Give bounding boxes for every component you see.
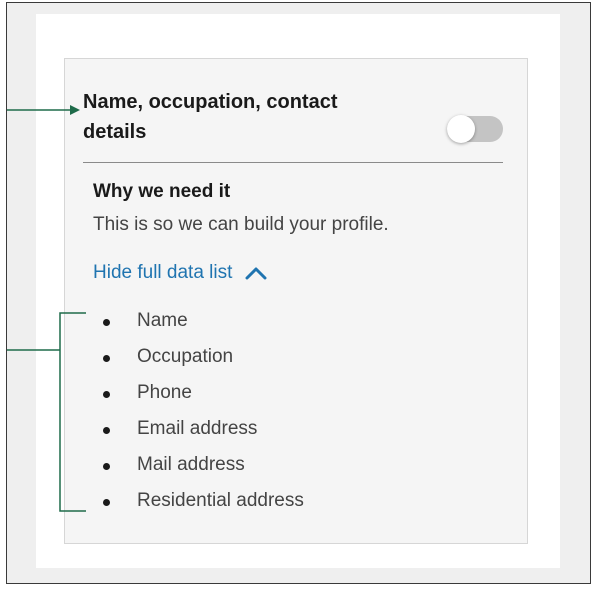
data-list-bracket <box>7 312 86 512</box>
title-pointer-arrow <box>7 105 80 115</box>
annotation-overlay <box>7 105 86 512</box>
